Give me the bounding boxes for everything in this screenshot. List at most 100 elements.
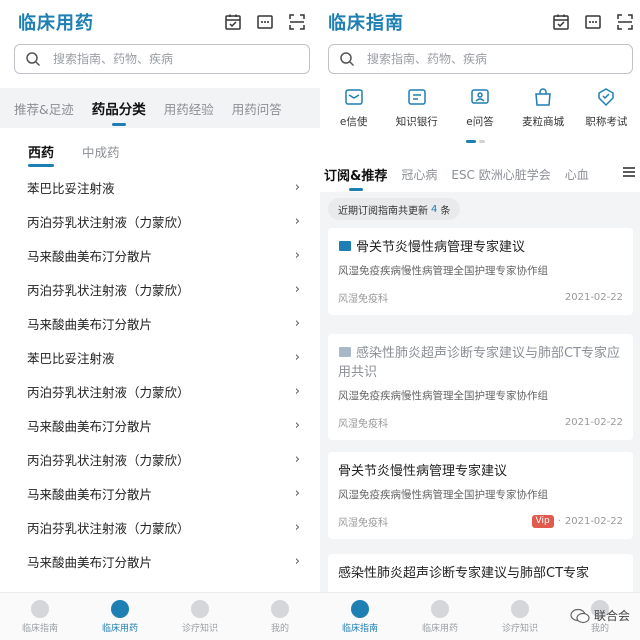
drug-name: 丙泊芬乳状注射液（力蒙欣） <box>27 214 190 230</box>
drug-type-tabs: 西药 中成药 <box>28 142 120 167</box>
drug-name: 马来酸曲美布汀分散片 <box>27 316 153 332</box>
tab-medication-qa[interactable]: 用药问答 <box>232 99 282 118</box>
chevron-right-icon: › <box>294 451 300 467</box>
tab-cardio[interactable]: 心血 <box>565 166 589 183</box>
chevron-right-icon: › <box>294 383 300 399</box>
tab-esc[interactable]: ESC 欧洲心脏学会 <box>451 166 550 183</box>
quick-knowledge-bank[interactable]: 知识银行 <box>386 86 448 129</box>
card-subtitle: 风湿免疫疾病慢性病管理全国护理专家协作组 <box>338 489 548 501</box>
drug-list-item[interactable]: 丙泊芬乳状注射液（力蒙欣） › <box>0 510 320 544</box>
chevron-right-icon: › <box>294 247 300 263</box>
update-count: 4 <box>431 203 438 215</box>
card-date: 2021-02-22 <box>564 516 623 527</box>
meta-separator: · <box>557 516 561 527</box>
quick-maili-mall[interactable]: 麦粒商城 <box>512 86 574 129</box>
message-icon[interactable] <box>256 13 274 31</box>
subtab-western[interactable]: 西药 <box>28 142 55 167</box>
nav-label: 临床用药 <box>421 623 458 634</box>
nav-item[interactable]: 临床用药 <box>80 593 160 640</box>
card-title-text: 骨关节炎慢性病管理专家建议 <box>356 240 526 255</box>
guide-card[interactable]: 骨关节炎慢性病管理专家建议 风湿免疫疾病慢性病管理全国护理专家协作组 风湿免疫科 20… <box>328 228 633 315</box>
chevron-right-icon: › <box>294 349 300 365</box>
nav-label: 我的 <box>270 623 289 634</box>
nav-icon <box>271 599 289 618</box>
subtab-chinese-patent[interactable]: 中成药 <box>82 142 120 161</box>
drug-name: 马来酸曲美布汀分散片 <box>27 554 153 570</box>
drug-list-item[interactable]: 苯巴比妥注射液 › <box>0 340 320 374</box>
drug-list-item[interactable]: 马来酸曲美布汀分散片 › <box>0 544 320 578</box>
nav-item[interactable]: 临床指南 <box>0 593 80 640</box>
tab-medication-experience[interactable]: 用药经验 <box>164 99 214 118</box>
drug-list-item[interactable]: 丙泊芬乳状注射液（力蒙欣） › <box>0 374 320 408</box>
search-bar[interactable] <box>14 44 310 74</box>
right-screen: 临床指南 e信使 知识银行 e问答 麦粒商城 职称考试 <box>320 0 640 640</box>
drug-list-item[interactable]: 丙泊芬乳状注射液（力蒙欣） › <box>0 272 320 306</box>
scan-icon[interactable] <box>288 13 306 31</box>
drug-name: 苯巴比妥注射液 <box>27 180 115 196</box>
category-tabs: 推荐&足迹 药品分类 用药经验 用药问答 <box>0 88 320 128</box>
nav-label: 临床指南 <box>21 623 58 634</box>
scan-icon[interactable] <box>616 13 634 31</box>
drug-list-item[interactable]: 马来酸曲美布汀分散片 › <box>0 408 320 442</box>
toolbar-icons <box>552 13 634 31</box>
quick-title-exam[interactable]: 职称考试 <box>575 86 637 129</box>
nav-item[interactable]: 临床指南 <box>320 593 400 640</box>
nav-label: 临床用药 <box>101 623 138 634</box>
search-icon <box>340 52 355 67</box>
quick-label: e信使 <box>339 116 368 128</box>
nav-item[interactable]: 诊疗知识 <box>160 593 240 640</box>
tab-coronary[interactable]: 冠心病 <box>401 166 437 183</box>
brand-title: 临床用药 <box>18 13 94 34</box>
drug-list-item[interactable]: 丙泊芬乳状注射液（力蒙欣） › <box>0 442 320 476</box>
nav-item[interactable]: 诊疗知识 <box>480 593 560 640</box>
card-department: 风湿免疫科 <box>338 518 388 529</box>
vip-badge: Vip <box>531 515 554 528</box>
nav-icon <box>31 599 49 618</box>
card-title: 骨关节炎慢性病管理专家建议 <box>338 238 623 257</box>
quick-e-messenger[interactable]: e信使 <box>323 86 385 129</box>
drug-list-item[interactable]: 马来酸曲美布汀分散片 › <box>0 238 320 272</box>
search-input[interactable] <box>53 52 273 66</box>
nav-item[interactable]: 临床用药 <box>400 593 480 640</box>
quick-label: 麦粒商城 <box>522 116 565 128</box>
quick-label: 职称考试 <box>585 116 628 128</box>
drug-list-item[interactable]: 丙泊芬乳状注射液（力蒙欣） › <box>0 204 320 238</box>
message-icon[interactable] <box>584 13 602 31</box>
watermark: 联合会 <box>570 607 630 624</box>
drug-list-item[interactable]: 苯巴比妥注射液 › <box>0 170 320 204</box>
drug-name: 丙泊芬乳状注射液（力蒙欣） <box>27 384 190 400</box>
guide-card[interactable]: 感染性肺炎超声诊断专家建议与肺部CT专家应用共识 风湿免疫疾病慢性病管理全国护理专… <box>328 334 633 440</box>
quick-label: e问答 <box>466 116 494 128</box>
calendar-check-icon[interactable] <box>224 13 242 31</box>
update-notice: 近期订阅指南共更新 4 条 <box>328 198 461 220</box>
drug-name: 苯巴比妥注射液 <box>27 350 115 366</box>
pager-dot <box>479 140 485 143</box>
quick-access-row: e信使 知识银行 e问答 麦粒商城 职称考试 <box>320 86 640 129</box>
document-icon <box>339 241 351 251</box>
drug-name: 马来酸曲美布汀分散片 <box>27 486 153 502</box>
search-bar[interactable] <box>328 44 633 74</box>
tab-subscribe-recommend[interactable]: 订阅&推荐 <box>324 165 387 191</box>
search-icon <box>26 52 41 67</box>
card-subtitle: 风湿免疫疾病慢性病管理全国护理专家协作组 <box>338 390 548 402</box>
drug-list-item[interactable]: 马来酸曲美布汀分散片 › <box>0 306 320 340</box>
card-subtitle: 风湿免疫疾病慢性病管理全国护理专家协作组 <box>338 265 548 277</box>
tab-drug-category[interactable]: 药品分类 <box>92 98 146 126</box>
drug-name: 马来酸曲美布汀分散片 <box>27 418 153 434</box>
drug-list-item[interactable]: 马来酸曲美布汀分散片 › <box>0 476 320 510</box>
watermark-text: 联合会 <box>593 609 630 623</box>
calendar-check-icon[interactable] <box>552 13 570 31</box>
nav-item[interactable]: 我的 <box>240 593 320 640</box>
card-title-text: 感染性肺炎超声诊断专家建议与肺部CT专家 <box>338 566 590 581</box>
note-icon <box>408 89 426 105</box>
guide-card[interactable]: 骨关节炎慢性病管理专家建议 风湿免疫疾病慢性病管理全国护理专家协作组 风湿免疫科 Vi… <box>328 452 633 539</box>
nav-icon <box>191 599 209 618</box>
menu-icon[interactable] <box>622 165 636 179</box>
update-prefix: 近期订阅指南共更新 <box>338 205 428 217</box>
quick-e-qa[interactable]: e问答 <box>449 86 511 129</box>
search-input[interactable] <box>367 52 587 66</box>
tab-recommend[interactable]: 推荐&足迹 <box>14 99 74 118</box>
quick-label: 知识银行 <box>395 116 438 128</box>
chevron-right-icon: › <box>294 315 300 331</box>
left-screen: 临床用药 推荐&足迹 药品分类 用药经验 用药问答 西药 中成药 苯巴比妥注射液… <box>0 0 320 640</box>
